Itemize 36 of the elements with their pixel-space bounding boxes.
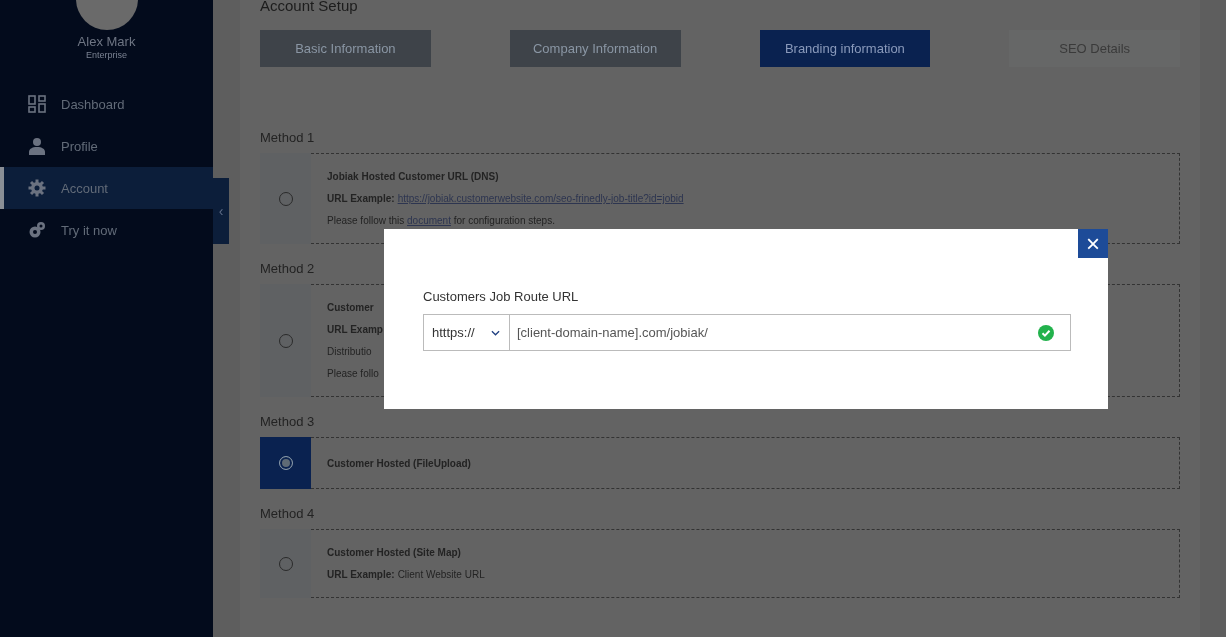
nav-item[interactable]: Dashboard	[0, 83, 213, 125]
step-tab[interactable]: Company Information	[509, 30, 681, 67]
nav-item[interactable]: Try it now	[0, 209, 213, 251]
person-icon	[28, 137, 46, 155]
radio-cell[interactable]	[260, 529, 311, 598]
method-label: Method 4	[260, 506, 315, 521]
user-plan: Enterprise	[86, 50, 127, 60]
field-label: URL Example:	[327, 193, 395, 204]
close-button[interactable]: ×	[1078, 229, 1108, 258]
radio-button[interactable]	[278, 456, 293, 470]
option-title: Customer Hosted (FileUpload)	[327, 457, 471, 469]
field-label: Customers Job Route URL	[423, 289, 580, 304]
method-label: Method 3	[260, 414, 315, 429]
page-title: Account Setup	[260, 0, 359, 14]
option-title: Jobiak Hosted Customer URL (DNS)	[327, 171, 499, 182]
option-text: Please follo	[327, 368, 379, 379]
option-text: Distributio	[327, 346, 372, 357]
radio-cell[interactable]	[260, 153, 311, 244]
radio-cell[interactable]	[260, 284, 311, 397]
method-label: Method 1	[260, 130, 315, 145]
field-value: Client Website URL	[397, 569, 485, 580]
gears-icon	[28, 221, 46, 239]
user-name: Alex Mark	[77, 34, 136, 49]
field-label: URL Example:	[327, 569, 395, 580]
collapse-button[interactable]: ‹	[213, 178, 229, 244]
nav-item[interactable]: Account	[0, 167, 213, 209]
field-label: URL Examp	[327, 324, 383, 335]
gear-icon	[28, 179, 46, 197]
step-tab[interactable]: Basic Information	[260, 30, 431, 67]
option-title: Customer Hosted (Site Map)	[327, 547, 461, 558]
nav-item[interactable]: Profile	[0, 125, 213, 167]
radio-cell[interactable]	[260, 437, 311, 489]
step-tab[interactable]: Branding information	[759, 30, 931, 67]
option-title: Customer	[327, 302, 374, 313]
dashboard-icon	[28, 95, 46, 113]
method-label: Method 2	[260, 261, 315, 276]
